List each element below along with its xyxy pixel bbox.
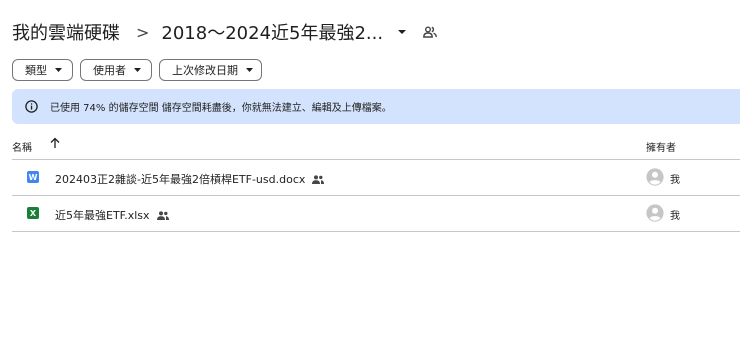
caret-down-icon <box>55 67 62 72</box>
file-name-text: 近5年最強ETF.xlsx <box>55 209 150 222</box>
caret-down-icon[interactable] <box>391 21 413 43</box>
file-name: 近5年最強ETF.xlsx <box>55 207 169 223</box>
people-icon <box>312 174 325 184</box>
filter-bar: 類型 使用者 上次修改日期 <box>12 59 262 81</box>
banner-text: 已使用 74% 的儲存空間 儲存空間耗盡後，你就無法建立、編輯及上傳檔案。 <box>50 103 392 114</box>
breadcrumb-current-folder[interactable]: 2018～2024近5年最強2... <box>161 19 383 45</box>
filter-modified-chip[interactable]: 上次修改日期 <box>159 59 262 81</box>
breadcrumb-separator: > <box>136 22 150 42</box>
filter-type-label: 類型 <box>25 64 47 77</box>
info-icon <box>25 100 38 113</box>
arrow-up-icon[interactable] <box>49 137 61 149</box>
file-row[interactable]: W 202403正2雜談-近5年最強2倍槓桿ETF-usd.docx 我 <box>12 160 740 196</box>
filter-user-label: 使用者 <box>93 64 126 77</box>
file-name-text: 202403正2雜談-近5年最強2倍槓桿ETF-usd.docx <box>55 173 306 186</box>
breadcrumb-root[interactable]: 我的雲端硬碟 <box>12 19 120 45</box>
owner-text: 我 <box>670 175 680 186</box>
storage-warning-banner: 已使用 74% 的儲存空間 儲存空間耗盡後，你就無法建立、編輯及上傳檔案。 <box>12 89 740 124</box>
account-circle-icon <box>646 168 664 186</box>
word-doc-icon: W <box>27 171 39 183</box>
file-row[interactable]: X 近5年最強ETF.xlsx 我 <box>12 196 740 232</box>
file-name: 202403正2雜談-近5年最強2倍槓桿ETF-usd.docx <box>55 171 325 187</box>
breadcrumb: 我的雲端硬碟 > 2018～2024近5年最強2... <box>12 18 441 46</box>
people-icon <box>156 210 169 220</box>
filter-user-chip[interactable]: 使用者 <box>80 59 152 81</box>
filter-modified-label: 上次修改日期 <box>172 64 238 77</box>
account-circle-icon <box>646 204 664 222</box>
caret-down-icon <box>246 67 253 72</box>
filter-type-chip[interactable]: 類型 <box>12 59 73 81</box>
column-header-name[interactable]: 名稱 <box>12 139 32 154</box>
caret-down-icon <box>134 67 141 72</box>
column-header-owner: 擁有者 <box>646 143 676 154</box>
owner-text: 我 <box>670 211 680 222</box>
file-list-header: 名稱 擁有者 <box>12 134 740 160</box>
excel-sheet-icon: X <box>27 207 39 219</box>
people-icon[interactable] <box>419 21 441 43</box>
